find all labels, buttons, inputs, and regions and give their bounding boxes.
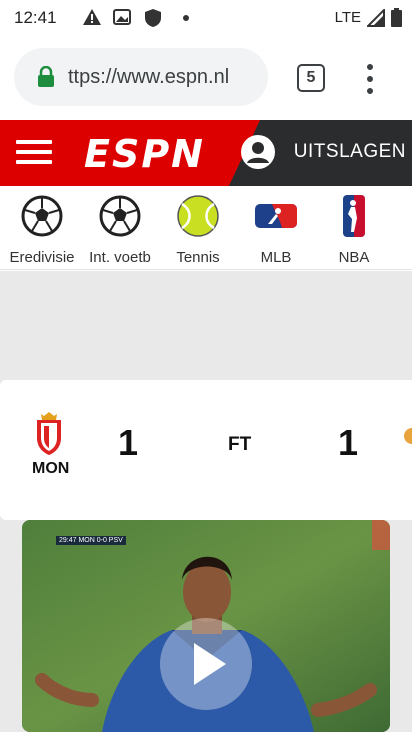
lock-icon (38, 66, 54, 87)
away-score: 1 (338, 422, 359, 463)
address-bar[interactable]: ttps://www.espn.nl (14, 48, 268, 106)
sport-item-nba[interactable]: NBA (314, 194, 394, 266)
tab-switcher-button[interactable]: 5 (297, 64, 325, 92)
sport-label: Tennis (176, 249, 220, 266)
tab-count: 5 (306, 69, 316, 86)
lte-signal-icon (367, 8, 385, 27)
url-text[interactable]: ttps://www.espn.nl (68, 66, 264, 89)
soccer-ball-icon (99, 195, 141, 237)
shield-icon (145, 9, 161, 27)
nba-logo-icon (343, 195, 365, 237)
video-card[interactable]: 29:47 MON 0-0 PSV (22, 520, 390, 732)
gallery-icon (113, 9, 131, 25)
home-score: 1 (118, 422, 139, 463)
sport-item-tennis[interactable]: Tennis (158, 194, 238, 266)
espn-header: ESPN UITSLAGEN (0, 120, 412, 186)
status-time: 12:41 (14, 8, 57, 27)
status-bar: 12:41 LTE (0, 0, 412, 36)
network-label: LTE (334, 9, 361, 26)
user-account-icon[interactable] (240, 134, 276, 170)
browser-toolbar: ttps://www.espn.nl 5 (0, 36, 412, 120)
sport-item-int-voetbal[interactable]: Int. voetb (80, 194, 160, 266)
tennis-ball-icon (177, 195, 219, 237)
scores-link[interactable]: UITSLAGEN (294, 141, 406, 163)
sports-nav: Eredivisie Int. voetb Tennis MLB NBA (0, 186, 412, 270)
mlb-logo-icon (255, 204, 297, 228)
away-team-crest-icon (404, 428, 412, 444)
warning-icon (83, 9, 101, 25)
play-button-icon[interactable] (160, 618, 252, 710)
video-score-ticker: 29:47 MON 0-0 PSV (56, 536, 126, 545)
sport-item-eredivisie[interactable]: Eredivisie (2, 194, 82, 266)
battery-icon (391, 8, 402, 27)
sport-item-mlb[interactable]: MLB (236, 194, 316, 266)
home-team-abbr: MON (32, 460, 70, 477)
sport-label: MLB (260, 249, 292, 266)
overflow-menu-icon[interactable] (360, 64, 380, 98)
match-status: FT (228, 434, 252, 455)
dot-icon (183, 15, 189, 21)
monaco-crest-icon (37, 412, 61, 455)
sport-label: NBA (338, 249, 370, 266)
espn-logo[interactable]: ESPN (84, 132, 205, 176)
status-right: LTE (335, 8, 402, 27)
match-score-card[interactable]: MON 1 FT 1 (0, 380, 412, 520)
sport-label: Int. voetb (89, 249, 151, 266)
hamburger-menu-icon[interactable] (16, 140, 52, 168)
soccer-ball-icon (21, 195, 63, 237)
sport-label: Eredivisie (9, 249, 75, 266)
